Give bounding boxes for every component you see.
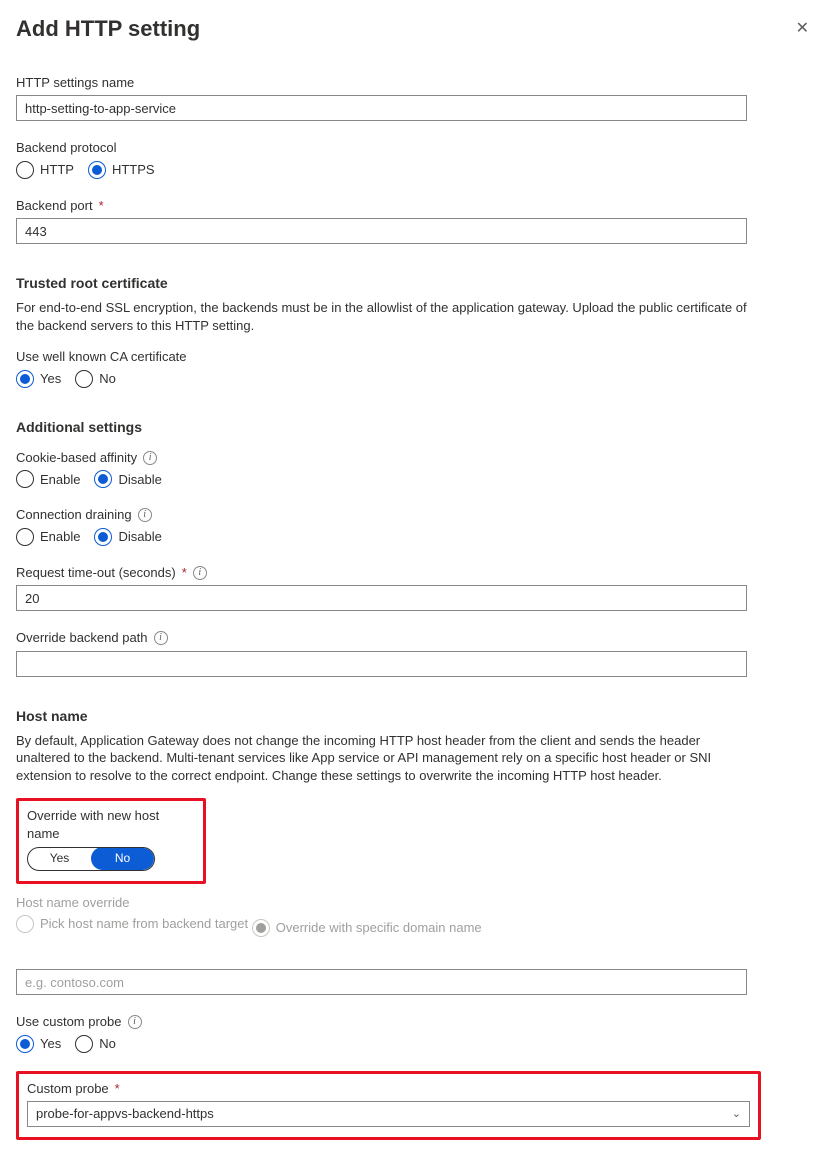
override-new-host-label: Override with new host name xyxy=(27,807,195,842)
custom-probe-callout: Custom probe * probe-for-appvs-backend-h… xyxy=(16,1071,761,1141)
host-name-desc: By default, Application Gateway does not… xyxy=(16,732,751,785)
radio-icon xyxy=(88,161,106,179)
info-icon[interactable]: i xyxy=(193,566,207,580)
radio-icon xyxy=(16,528,34,546)
connection-draining-disable-radio[interactable]: Disable xyxy=(94,528,161,546)
use-custom-probe-no-radio[interactable]: No xyxy=(75,1035,116,1053)
well-known-ca-yes-radio[interactable]: Yes xyxy=(16,370,61,388)
required-asterisk: * xyxy=(115,1080,120,1098)
radio-label: Disable xyxy=(118,471,161,489)
radio-icon xyxy=(94,470,112,488)
use-custom-probe-yes-radio[interactable]: Yes xyxy=(16,1035,61,1053)
radio-label: HTTPS xyxy=(112,161,155,179)
label-text: Request time-out (seconds) xyxy=(16,564,176,582)
radio-label: Enable xyxy=(40,471,80,489)
required-asterisk: * xyxy=(182,564,187,582)
http-settings-name-label: HTTP settings name xyxy=(16,74,815,92)
label-text: Host name override xyxy=(16,894,129,912)
additional-settings-title: Additional settings xyxy=(16,418,815,437)
radio-icon xyxy=(16,370,34,388)
custom-probe-select[interactable]: probe-for-appvs-backend-https ⌄ xyxy=(27,1101,750,1127)
cookie-affinity-disable-radio[interactable]: Disable xyxy=(94,470,161,488)
info-icon[interactable]: i xyxy=(143,451,157,465)
override-new-host-no[interactable]: No xyxy=(91,847,154,869)
radio-icon xyxy=(16,915,34,933)
host-name-title: Host name xyxy=(16,707,815,726)
override-new-host-toggle[interactable]: Yes No xyxy=(27,847,155,871)
backend-port-input[interactable] xyxy=(16,218,747,244)
label-text: HTTP settings name xyxy=(16,74,134,92)
radio-label: Pick host name from backend target xyxy=(40,915,248,933)
radio-label: Enable xyxy=(40,528,80,546)
info-icon[interactable]: i xyxy=(128,1015,142,1029)
radio-icon xyxy=(94,528,112,546)
label-text: Backend protocol xyxy=(16,139,116,157)
radio-label: Yes xyxy=(40,1035,61,1053)
radio-label: No xyxy=(99,370,116,388)
radio-icon xyxy=(16,1035,34,1053)
radio-icon xyxy=(75,370,93,388)
chevron-down-icon: ⌄ xyxy=(732,1107,741,1122)
select-value: probe-for-appvs-backend-https xyxy=(36,1105,214,1123)
backend-protocol-https-radio[interactable]: HTTPS xyxy=(88,161,155,179)
required-asterisk: * xyxy=(99,197,104,215)
label-text: Backend port xyxy=(16,197,93,215)
info-icon[interactable]: i xyxy=(154,631,168,645)
cookie-affinity-enable-radio[interactable]: Enable xyxy=(16,470,80,488)
well-known-ca-label: Use well known CA certificate xyxy=(16,348,815,366)
radio-label: No xyxy=(99,1035,116,1053)
override-new-host-yes[interactable]: Yes xyxy=(28,847,91,869)
info-icon[interactable]: i xyxy=(138,508,152,522)
label-text: Custom probe xyxy=(27,1080,109,1098)
close-icon[interactable]: ✕ xyxy=(790,14,815,44)
label-text: Override with new host name xyxy=(27,807,195,842)
radio-label: Override with specific domain name xyxy=(276,919,482,937)
http-settings-name-input[interactable] xyxy=(16,95,747,121)
well-known-ca-no-radio[interactable]: No xyxy=(75,370,116,388)
specific-domain-input[interactable] xyxy=(16,969,747,995)
cookie-affinity-label: Cookie-based affinity i xyxy=(16,449,815,467)
backend-protocol-label: Backend protocol xyxy=(16,139,815,157)
host-name-override-domain-radio: Override with specific domain name xyxy=(252,919,482,937)
label-text: Use well known CA certificate xyxy=(16,348,187,366)
request-timeout-input[interactable] xyxy=(16,585,747,611)
backend-port-label: Backend port * xyxy=(16,197,815,215)
label-text: Connection draining xyxy=(16,506,132,524)
custom-probe-label: Custom probe * xyxy=(27,1080,750,1098)
connection-draining-label: Connection draining i xyxy=(16,506,815,524)
use-custom-probe-label: Use custom probe i xyxy=(16,1013,815,1031)
label-text: Override backend path xyxy=(16,629,148,647)
trusted-root-cert-desc: For end-to-end SSL encryption, the backe… xyxy=(16,299,751,334)
request-timeout-label: Request time-out (seconds) * i xyxy=(16,564,815,582)
radio-label: HTTP xyxy=(40,161,74,179)
radio-icon xyxy=(252,919,270,937)
override-backend-path-input[interactable] xyxy=(16,651,747,677)
radio-label: Yes xyxy=(40,370,61,388)
connection-draining-enable-radio[interactable]: Enable xyxy=(16,528,80,546)
override-host-callout: Override with new host name Yes No xyxy=(16,798,206,883)
radio-label: Disable xyxy=(118,528,161,546)
backend-protocol-http-radio[interactable]: HTTP xyxy=(16,161,74,179)
host-name-override-label: Host name override xyxy=(16,894,815,912)
radio-icon xyxy=(16,470,34,488)
page-title: Add HTTP setting xyxy=(16,14,200,44)
host-name-override-pick-radio: Pick host name from backend target xyxy=(16,915,248,933)
radio-icon xyxy=(16,161,34,179)
label-text: Use custom probe xyxy=(16,1013,122,1031)
label-text: Cookie-based affinity xyxy=(16,449,137,467)
trusted-root-cert-title: Trusted root certificate xyxy=(16,274,815,293)
override-backend-path-label: Override backend path i xyxy=(16,629,815,647)
radio-icon xyxy=(75,1035,93,1053)
